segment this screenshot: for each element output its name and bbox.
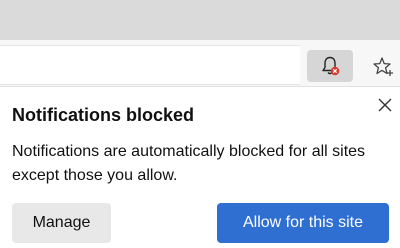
add-favorite-button[interactable] [368, 52, 398, 82]
popup-title: Notifications blocked [12, 105, 195, 125]
notifications-blocked-button[interactable] [307, 50, 353, 82]
manage-button[interactable]: Manage [12, 203, 111, 243]
popup-message: Notifications are automatically blocked … [12, 143, 366, 184]
star-add-icon [373, 57, 393, 76]
address-bar[interactable] [0, 45, 300, 85]
bell-blocked-icon [322, 56, 340, 76]
notifications-blocked-popup: Notifications blocked Notifications are … [0, 87, 400, 248]
close-icon [378, 98, 392, 112]
allow-for-this-site-button[interactable]: Allow for this site [217, 203, 389, 243]
browser-tab-strip [0, 0, 400, 40]
close-popup-button[interactable] [374, 94, 396, 116]
